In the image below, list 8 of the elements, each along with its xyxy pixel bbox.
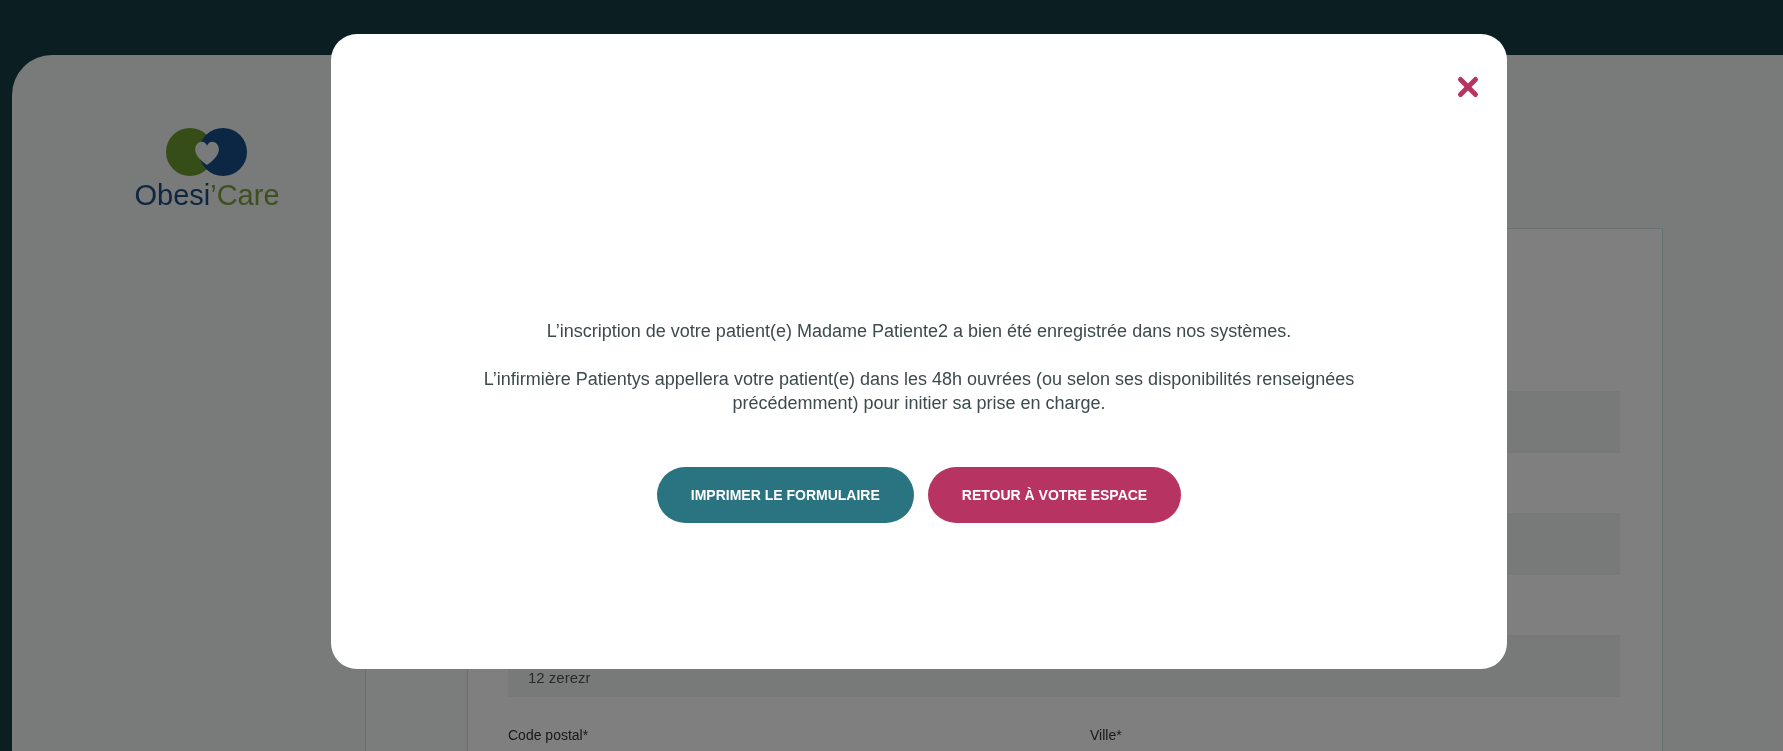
dialog-message: L’infirmière Patientys appellera votre patient(e) dans les 48h ouvrées (ou selon ses disponibilités renseignées précédemment) pour initier sa prise en charge.: [482, 368, 1356, 415]
dialog-button[interactable]: RETOUR À VOTRE ESPACE: [927, 467, 1182, 523]
dialog-message: L’inscription de votre patient(e) Madame Patiente2 a bien été enregistrée dans nos systèmes.: [546, 320, 1292, 343]
logo-wordmark: Obesi’Care: [134, 181, 280, 210]
logo-icon: [165, 127, 249, 177]
dialog-button[interactable]: IMPRIMER LE FORMULAIRE: [656, 467, 914, 523]
field-label: Code postal*: [508, 726, 590, 745]
field-label: Ville*: [1090, 726, 1122, 745]
